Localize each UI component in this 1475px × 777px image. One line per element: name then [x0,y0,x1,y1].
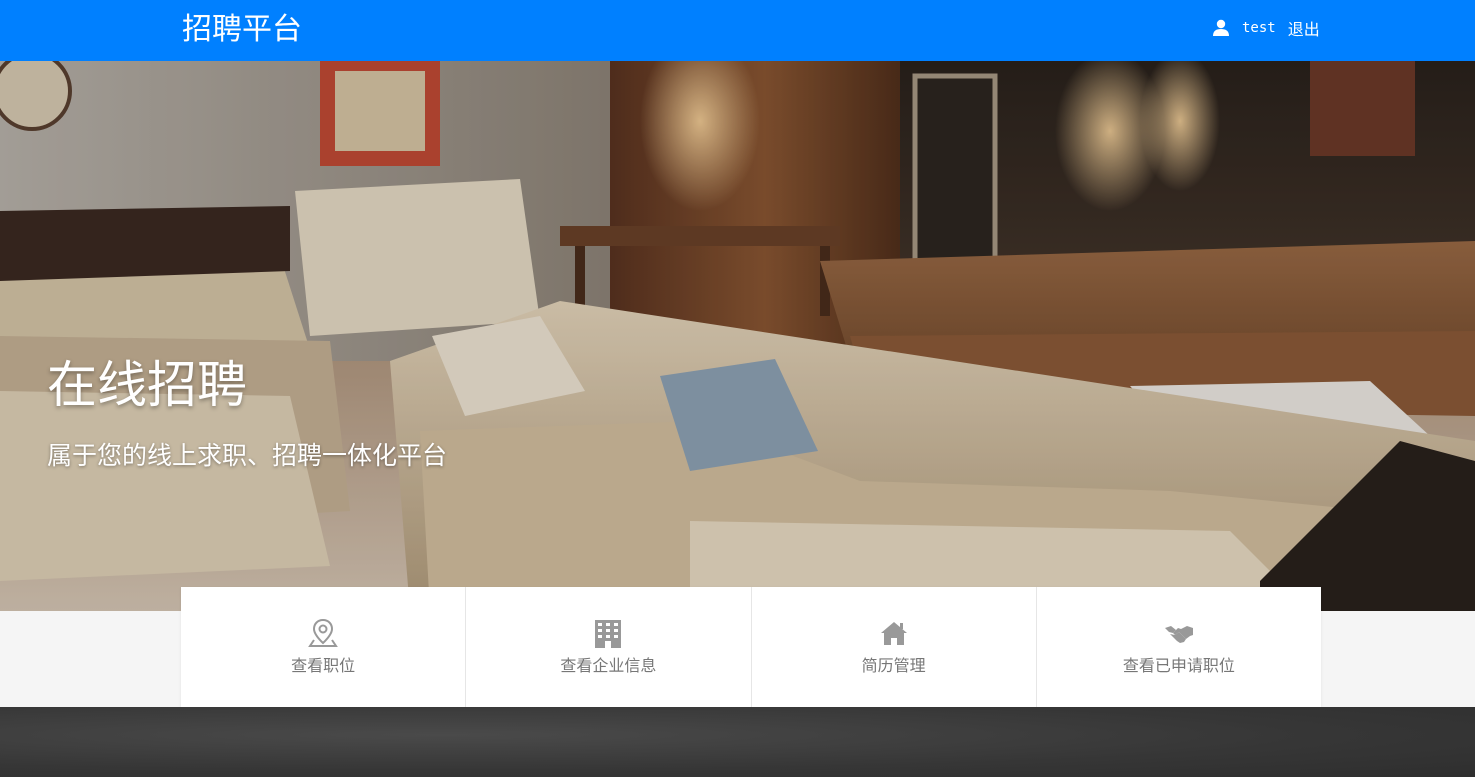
feature-view-jobs[interactable]: 查看职位 [181,587,467,707]
feature-card-row: 查看职位 查看企业信息 简历管理 查看已申请职位 [181,587,1321,707]
user-area: test 退出 [1212,16,1320,40]
feature-label: 查看企业信息 [560,656,657,675]
feature-label: 简历管理 [861,656,926,675]
feature-label: 查看职位 [291,656,356,675]
user-icon [1213,19,1229,36]
logout-link[interactable]: 退出 [1288,16,1320,40]
section-banner [0,707,1475,777]
hero-subtitle: 属于您的线上求职、招聘一体化平台 [47,441,448,470]
map-pin-icon [308,618,338,647]
hero-title: 在线招聘 [47,356,247,414]
feature-company-info[interactable]: 查看企业信息 [466,587,752,707]
hero-background-photo [0,61,1475,611]
home-icon [880,622,907,645]
hero-banner: 在线招聘 属于您的线上求职、招聘一体化平台 [0,61,1475,611]
building-icon [595,620,622,648]
feature-resume-management[interactable]: 简历管理 [752,587,1037,707]
feature-label: 查看已申请职位 [1122,656,1235,675]
handshake-icon [1164,626,1193,643]
top-navbar: 招聘平台 test 退出 [0,0,1475,61]
feature-applied-jobs[interactable]: 查看已申请职位 [1037,587,1321,707]
username-link[interactable]: test [1242,20,1276,36]
brand-title[interactable]: 招聘平台 [182,10,302,50]
